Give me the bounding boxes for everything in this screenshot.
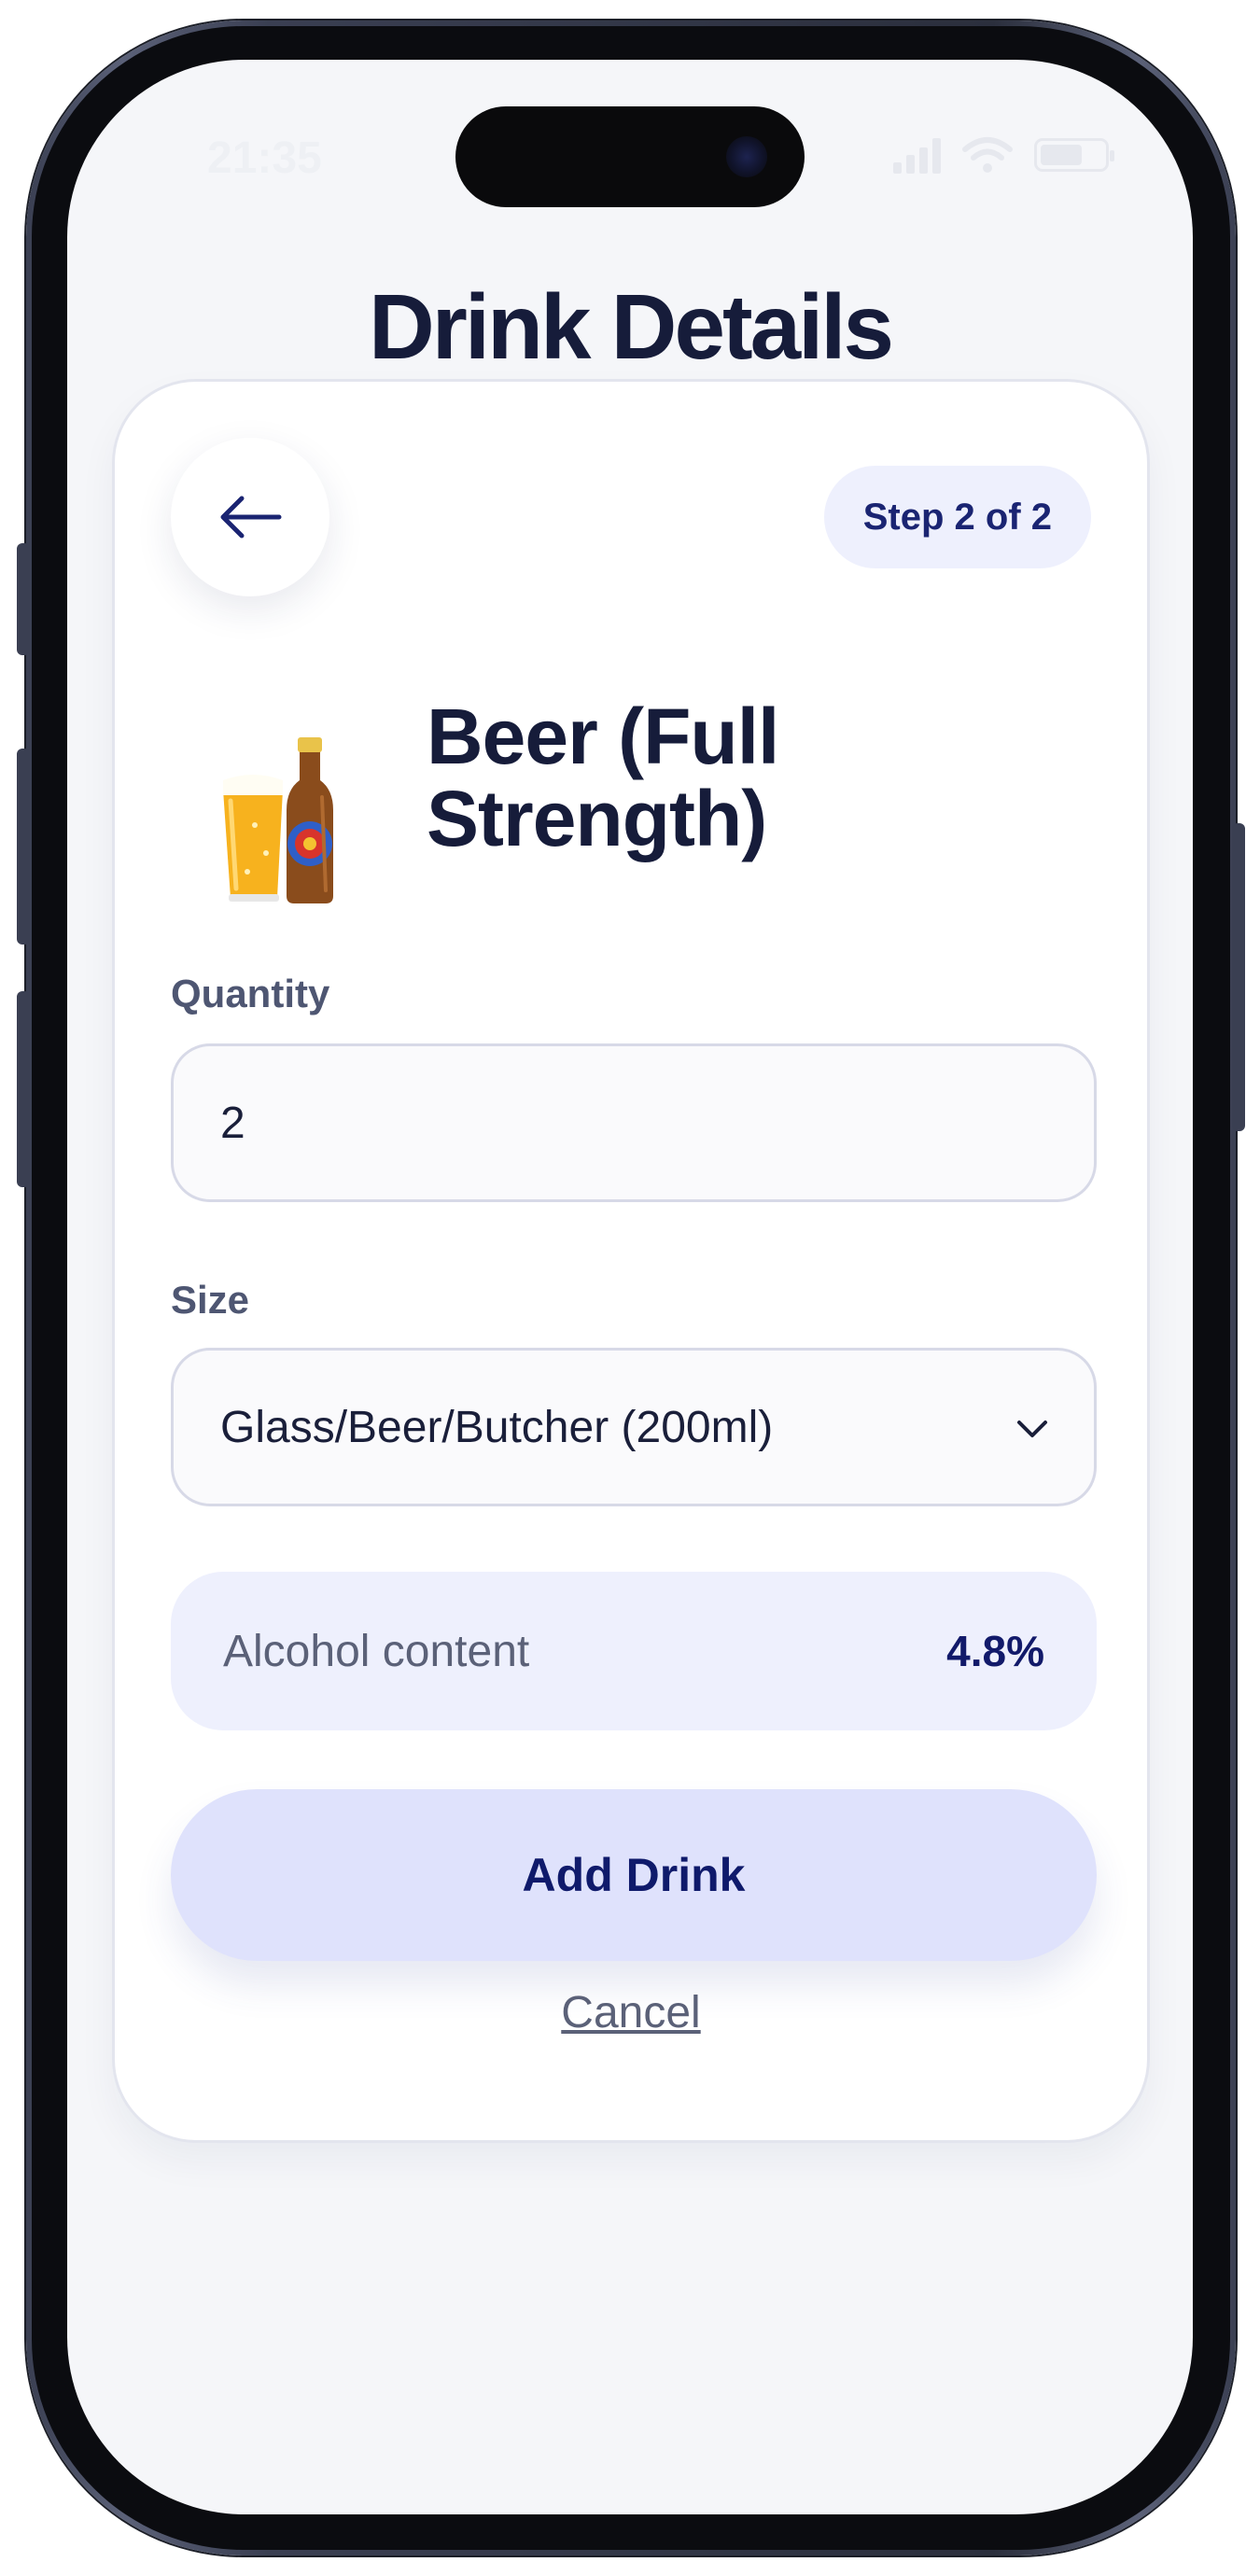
battery-icon — [1034, 138, 1114, 172]
status-icons — [893, 136, 1114, 174]
page-title: Drink Details — [368, 275, 894, 378]
alcohol-content-row: Alcohol content 4.8% — [171, 1572, 1097, 1730]
app-screen: 21:35 Drink Details Step 2 of 2 Beer (Fu… — [67, 60, 1193, 2514]
action-button — [17, 543, 30, 655]
drink-name: Beer (Full Strength) — [427, 693, 779, 862]
cellular-signal-icon — [893, 136, 941, 174]
volume-up-button — [17, 749, 30, 945]
chevron-down-icon — [1017, 1421, 1047, 1437]
alcohol-content-label: Alcohol content — [223, 1626, 530, 1676]
step-badge: Step 2 of 2 — [823, 466, 1091, 568]
alcohol-content-value: 4.8% — [946, 1627, 1044, 1675]
camera-icon — [726, 136, 767, 177]
arrow-left-icon — [220, 496, 282, 539]
quantity-input[interactable]: 2 — [171, 1043, 1097, 1202]
size-select[interactable]: Glass/Beer/Butcher (200ml) — [171, 1348, 1097, 1506]
status-time: 21:35 — [207, 133, 322, 183]
power-button — [1232, 823, 1245, 1131]
quantity-label: Quantity — [171, 972, 330, 1015]
volume-down-button — [17, 991, 30, 1187]
wifi-icon — [962, 137, 1013, 173]
size-selected-value: Glass/Beer/Butcher (200ml) — [220, 1402, 774, 1452]
beer-glass-and-bottle-icon — [223, 737, 333, 903]
quantity-value: 2 — [220, 1098, 245, 1148]
size-label: Size — [171, 1278, 250, 1322]
cancel-link[interactable]: Cancel — [115, 1987, 1147, 2038]
drink-details-card: Step 2 of 2 Beer (Full Strength) Quantit… — [112, 379, 1150, 2143]
dynamic-island — [455, 106, 805, 207]
add-drink-button[interactable]: Add Drink — [171, 1789, 1097, 1961]
back-button[interactable] — [171, 438, 329, 596]
